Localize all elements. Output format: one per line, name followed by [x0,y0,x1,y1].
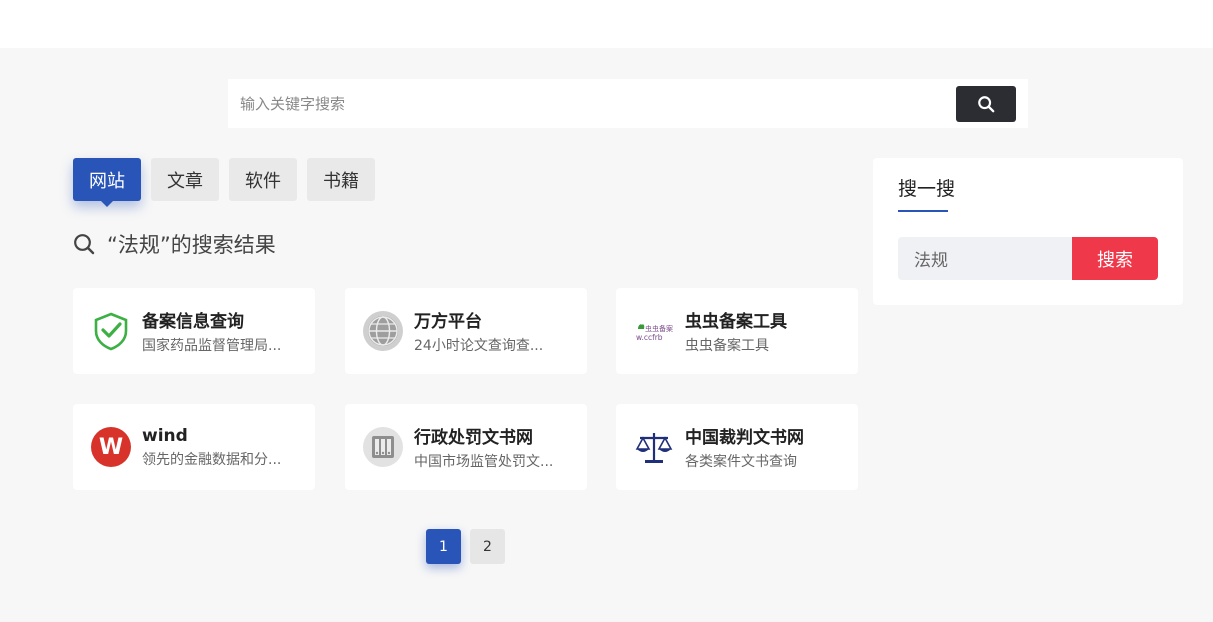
widget-title: 搜一搜 [898,178,956,200]
tab-websites[interactable]: 网站 [73,158,141,207]
archive-icon [363,427,403,467]
sidebar-search-input[interactable] [898,237,1073,280]
card-description: 国家药品监督管理局... [142,338,282,354]
result-card[interactable]: 中国裁判文书网 各类案件文书查询 [616,404,858,490]
sidebar-search-button[interactable]: 搜索 [1072,237,1158,280]
card-description: 虫虫备案工具 [685,338,769,354]
card-description: 领先的金融数据和分... [142,451,282,468]
result-card[interactable]: 行政处罚文书网 中国市场监管处罚文... [345,404,587,490]
tab-books[interactable]: 书籍 [307,158,375,201]
search-bar [228,79,1028,128]
result-card[interactable]: W wind 领先的金融数据和分... [73,404,315,490]
pagination: 1 2 [426,529,505,564]
card-title: 备案信息查询 [142,312,244,332]
page-button-2[interactable]: 2 [470,529,505,564]
card-title: 虫虫备案工具 [685,312,787,332]
title-underline [898,210,948,212]
card-title: 行政处罚文书网 [414,428,533,448]
scales-icon [634,427,674,467]
globe-icon [363,311,403,351]
results-title-text: “法规”的搜索结果 [107,233,276,257]
search-icon [74,234,95,255]
tab-articles[interactable]: 文章 [151,158,219,201]
top-bar [0,0,1213,48]
svg-text:w.ccfrb: w.ccfrb [636,333,663,342]
card-title: 万方平台 [414,312,482,332]
search-button[interactable] [956,85,1016,122]
page-button-1[interactable]: 1 [426,529,461,564]
card-title: 中国裁判文书网 [685,428,804,448]
search-icon [978,95,995,112]
result-type-tabs: 网站 文章 软件 书籍 [73,158,375,207]
card-description: 中国市场监管处罚文... [414,454,554,470]
ccfrb-logo-icon: 虫虫备案 w.ccfrb [634,311,674,351]
wind-logo-icon: W [91,427,131,467]
results-heading: “法规”的搜索结果 [73,229,276,259]
card-description: 各类案件文书查询 [685,454,797,470]
search-input[interactable] [228,79,956,128]
tab-software[interactable]: 软件 [229,158,297,201]
shield-check-icon [91,311,131,351]
sidebar-search-widget: 搜一搜 搜索 [873,158,1183,305]
svg-text:虫虫备案: 虫虫备案 [645,324,673,333]
card-title: wind [142,425,188,446]
result-card[interactable]: 万方平台 24小时论文查询查... [345,288,587,374]
result-card[interactable]: 虫虫备案 w.ccfrb 虫虫备案工具 虫虫备案工具 [616,288,858,374]
result-card[interactable]: 备案信息查询 国家药品监督管理局... [73,288,315,374]
card-description: 24小时论文查询查... [414,338,544,354]
